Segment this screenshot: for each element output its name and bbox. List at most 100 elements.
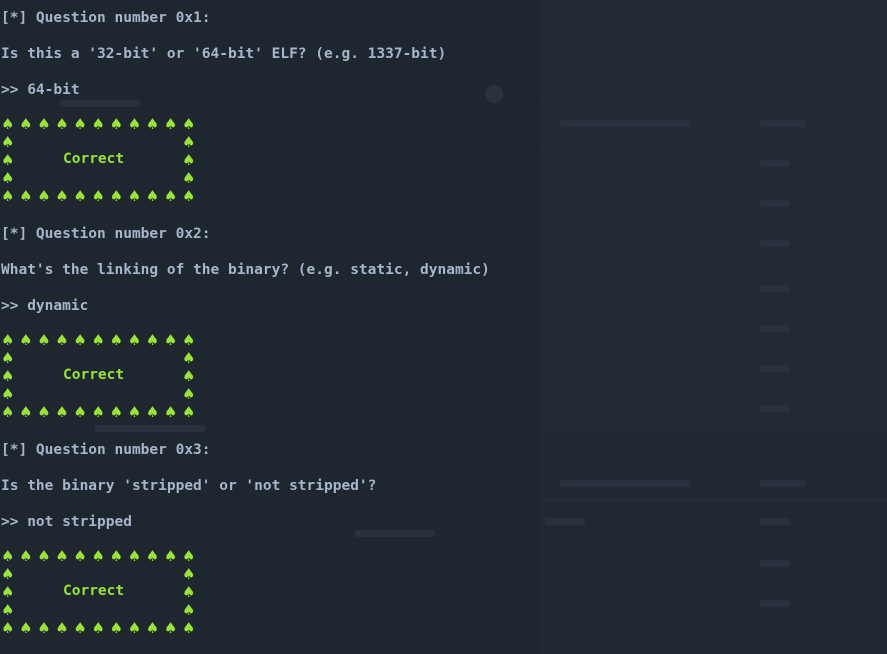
spade-icon: ♠ xyxy=(182,367,196,385)
spade-icon: ♠ xyxy=(19,187,33,205)
spade-icon: ♠ xyxy=(37,619,51,637)
spade-icon: ♠ xyxy=(55,115,69,133)
spade-icon: ♠ xyxy=(37,547,51,565)
spade-icon: ♠ xyxy=(1,385,15,403)
result-box: Correct ♠ ♠ ♠ ♠ ♠ ♠ ♠ ♠ ♠ ♠ ♠ ♠ ♠ ♠ ♠ ♠ ♠ ♠ ♠ ♠ ♠ ♠ ♠ ♠ ♠ ♠ ♠ ♠ xyxy=(1,547,201,637)
spade-icon: ♠ xyxy=(182,169,196,187)
spade-icon: ♠ xyxy=(91,115,105,133)
spade-icon: ♠ xyxy=(37,187,51,205)
spade-icon: ♠ xyxy=(55,187,69,205)
spade-icon: ♠ xyxy=(1,367,15,385)
spade-icon: ♠ xyxy=(1,583,15,601)
spade-icon: ♠ xyxy=(1,349,15,367)
spade-icon: ♠ xyxy=(73,187,87,205)
spade-icon: ♠ xyxy=(19,115,33,133)
spade-icon: ♠ xyxy=(1,151,15,169)
spade-icon: ♠ xyxy=(163,331,178,349)
spade-icon: ♠ xyxy=(91,403,105,421)
spade-icon: ♠ xyxy=(109,619,124,637)
spade-icon: ♠ xyxy=(37,331,51,349)
spade-icon: ♠ xyxy=(163,619,178,637)
spade-icon: ♠ xyxy=(127,187,142,205)
spade-icon: ♠ xyxy=(1,169,15,187)
question-header: [*] Question number 0x1: xyxy=(1,10,211,26)
spade-icon: ♠ xyxy=(163,187,178,205)
spade-icon: ♠ xyxy=(182,385,196,403)
answer-line: >> dynamic xyxy=(1,298,89,314)
answer-line: >> not stripped xyxy=(1,514,132,530)
spade-icon: ♠ xyxy=(109,331,124,349)
spade-icon: ♠ xyxy=(73,331,87,349)
spade-icon: ♠ xyxy=(1,133,15,151)
spade-icon: ♠ xyxy=(182,115,196,133)
spade-icon: ♠ xyxy=(19,547,33,565)
spade-icon: ♠ xyxy=(55,331,69,349)
spade-icon: ♠ xyxy=(73,403,87,421)
spade-icon: ♠ xyxy=(145,547,160,565)
spade-icon: ♠ xyxy=(91,547,105,565)
spade-icon: ♠ xyxy=(1,601,15,619)
spade-icon: ♠ xyxy=(182,619,196,637)
spade-icon: ♠ xyxy=(109,403,124,421)
spade-icon: ♠ xyxy=(127,331,142,349)
spade-icon: ♠ xyxy=(109,547,124,565)
result-correct-label: Correct xyxy=(63,151,125,167)
spade-icon: ♠ xyxy=(19,619,33,637)
spade-icon: ♠ xyxy=(73,115,87,133)
spade-icon: ♠ xyxy=(1,547,15,565)
spade-icon: ♠ xyxy=(109,187,124,205)
spade-icon: ♠ xyxy=(55,403,69,421)
question-prompt: Is this a '32-bit' or '64-bit' ELF? (e.g… xyxy=(1,46,447,62)
spade-icon: ♠ xyxy=(91,331,105,349)
spade-icon: ♠ xyxy=(182,565,196,583)
spade-icon: ♠ xyxy=(1,187,15,205)
spade-icon: ♠ xyxy=(127,403,142,421)
spade-icon: ♠ xyxy=(145,331,160,349)
spade-icon: ♠ xyxy=(1,403,15,421)
spade-icon: ♠ xyxy=(182,133,196,151)
spade-icon: ♠ xyxy=(182,403,196,421)
result-correct-label: Correct xyxy=(63,583,125,599)
spade-icon: ♠ xyxy=(19,403,33,421)
spade-icon: ♠ xyxy=(37,115,51,133)
spade-icon: ♠ xyxy=(182,547,196,565)
spade-icon: ♠ xyxy=(109,115,124,133)
spade-icon: ♠ xyxy=(73,619,87,637)
spade-icon: ♠ xyxy=(1,565,15,583)
spade-icon: ♠ xyxy=(182,331,196,349)
spade-icon: ♠ xyxy=(145,115,160,133)
spade-icon: ♠ xyxy=(182,583,196,601)
spade-icon: ♠ xyxy=(55,547,69,565)
spade-icon: ♠ xyxy=(91,619,105,637)
question-header: [*] Question number 0x2: xyxy=(1,226,211,242)
spade-icon: ♠ xyxy=(163,547,178,565)
result-correct-label: Correct xyxy=(63,367,125,383)
spade-icon: ♠ xyxy=(55,619,69,637)
spade-icon: ♠ xyxy=(1,619,15,637)
spade-icon: ♠ xyxy=(127,115,142,133)
result-box: Correct ♠ ♠ ♠ ♠ ♠ ♠ ♠ ♠ ♠ ♠ ♠ ♠ ♠ ♠ ♠ ♠ ♠ ♠ ♠ ♠ ♠ ♠ ♠ ♠ ♠ ♠ ♠ ♠ xyxy=(1,331,201,421)
question-prompt: Is the binary 'stripped' or 'not strippe… xyxy=(1,478,377,494)
spade-icon: ♠ xyxy=(145,619,160,637)
spade-icon: ♠ xyxy=(182,151,196,169)
spade-icon: ♠ xyxy=(182,601,196,619)
spade-icon: ♠ xyxy=(37,403,51,421)
question-prompt: What's the linking of the binary? (e.g. … xyxy=(1,262,490,278)
spade-icon: ♠ xyxy=(73,547,87,565)
spade-icon: ♠ xyxy=(182,187,196,205)
spade-icon: ♠ xyxy=(127,619,142,637)
spade-icon: ♠ xyxy=(1,331,15,349)
spade-icon: ♠ xyxy=(91,187,105,205)
spade-icon: ♠ xyxy=(182,349,196,367)
spade-icon: ♠ xyxy=(163,403,178,421)
result-box: Correct ♠ ♠ ♠ ♠ ♠ ♠ ♠ ♠ ♠ ♠ ♠ ♠ ♠ ♠ ♠ ♠ ♠ ♠ ♠ ♠ ♠ ♠ ♠ ♠ ♠ ♠ ♠ ♠ xyxy=(1,115,201,205)
spade-icon: ♠ xyxy=(127,547,142,565)
terminal-output: [*] Question number 0x1: Is this a '32-b… xyxy=(0,0,887,654)
spade-icon: ♠ xyxy=(1,115,15,133)
question-header: [*] Question number 0x3: xyxy=(1,442,211,458)
spade-icon: ♠ xyxy=(145,187,160,205)
spade-icon: ♠ xyxy=(163,115,178,133)
answer-line: >> 64-bit xyxy=(1,82,80,98)
spade-icon: ♠ xyxy=(19,331,33,349)
spade-icon: ♠ xyxy=(145,403,160,421)
